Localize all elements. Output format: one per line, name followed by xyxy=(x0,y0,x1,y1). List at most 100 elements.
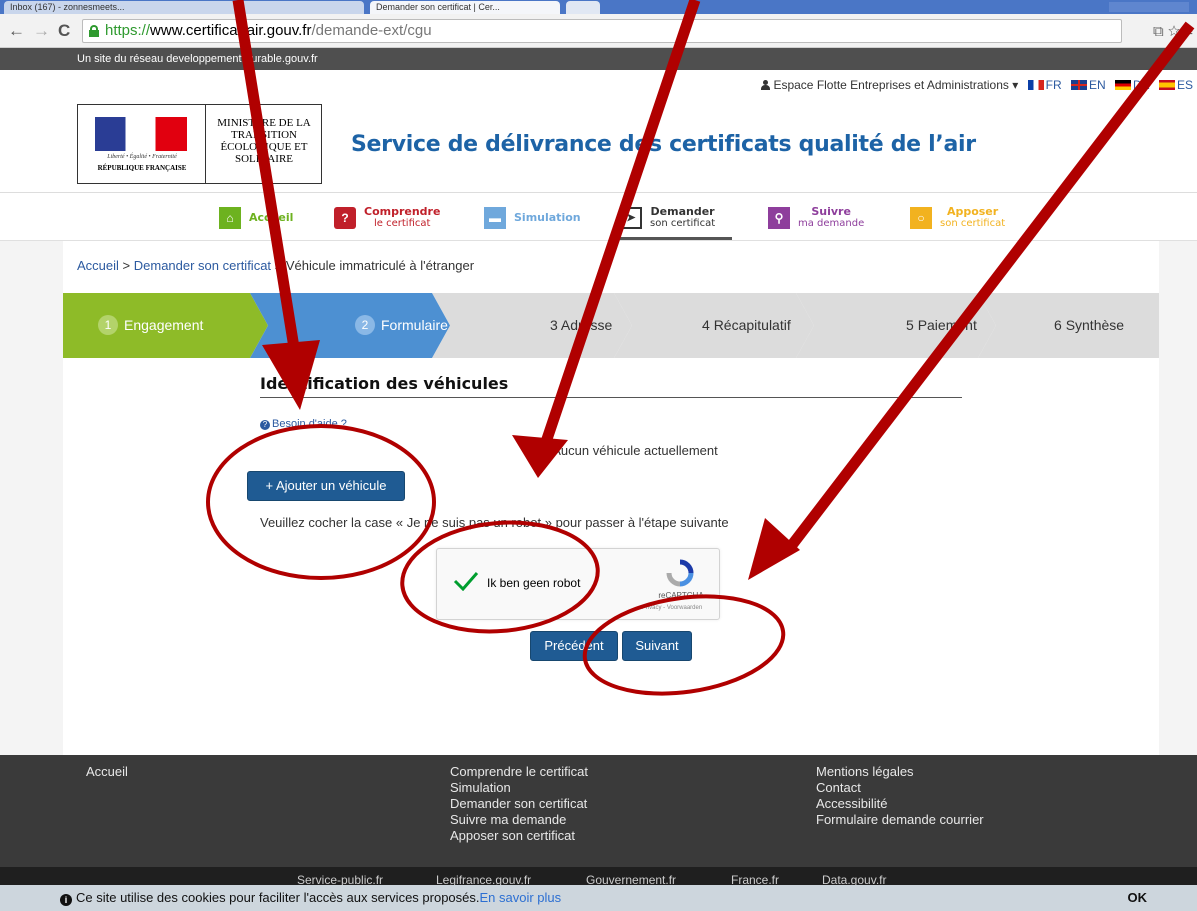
footer-link[interactable]: Demander son certificat xyxy=(450,796,588,812)
marianne-motto: Liberté • Égalité • Fraternité xyxy=(107,154,177,160)
step-formulaire: 2 Formulaire xyxy=(250,293,450,358)
footer-column: Comprendre le certificat Simulation Dema… xyxy=(450,764,588,844)
step-number: 1 xyxy=(98,315,118,335)
flag-es-icon[interactable] xyxy=(1158,80,1175,90)
breadcrumb-request[interactable]: Demander son certificat xyxy=(134,258,271,273)
add-vehicle-button[interactable]: + Ajouter un véhicule xyxy=(247,471,405,501)
menu-label-sub: son certificat xyxy=(940,218,1006,229)
footer-column: Accueil xyxy=(86,764,128,780)
step-label: Récapitulatif xyxy=(713,317,791,333)
footer-link[interactable]: Apposer son certificat xyxy=(450,828,588,844)
menu-label-sub: ma demande xyxy=(798,218,865,229)
step-label: Adresse xyxy=(560,317,613,333)
footer-link[interactable]: Contact xyxy=(816,780,984,796)
flag-de-icon[interactable] xyxy=(1114,80,1131,90)
back-arrow-icon[interactable]: ← xyxy=(8,22,25,39)
flag-en-icon[interactable] xyxy=(1070,80,1087,90)
footer: Accueil Comprendre le certificat Simulat… xyxy=(0,755,1197,867)
step-adresse: 3 Adresse xyxy=(432,293,632,358)
help-icon: ? xyxy=(260,420,270,430)
checkmark-icon[interactable] xyxy=(453,571,479,591)
window-controls[interactable] xyxy=(1109,2,1189,12)
recaptcha-links[interactable]: Privacy - Voorwaarden xyxy=(625,605,719,611)
recaptcha-brand: reCAPTCHA xyxy=(658,591,704,600)
circle-icon: ○ xyxy=(910,207,932,229)
flag-fr-icon[interactable] xyxy=(1027,80,1044,90)
breadcrumb: Accueil > Demander son certificat > Véhi… xyxy=(77,258,474,273)
reload-icon[interactable]: C xyxy=(58,22,70,39)
menu-label: Accueil xyxy=(249,211,294,224)
footer-link[interactable]: Comprendre le certificat xyxy=(450,764,588,780)
lang-es[interactable]: ES xyxy=(1177,78,1193,92)
menu-label-main: Comprendre xyxy=(364,205,441,218)
breadcrumb-home[interactable]: Accueil xyxy=(77,258,119,273)
question-icon: ? xyxy=(334,207,356,229)
info-icon: i xyxy=(60,894,72,906)
lang-de[interactable]: DE xyxy=(1133,78,1150,92)
footer-link[interactable]: Accessibilité xyxy=(816,796,984,812)
lang-en[interactable]: EN xyxy=(1089,78,1106,92)
captcha-instruction: Veuillez cocher la case « Je ne suis pas… xyxy=(260,515,729,530)
cookie-banner: i Ce site utilise des cookies pour facili… xyxy=(0,885,1197,911)
step-paiement: 5 Paiement xyxy=(796,293,996,358)
help-link[interactable]: ? Besoin d'aide ? xyxy=(260,418,347,430)
url-scheme: https:// xyxy=(105,22,151,39)
browser-tab[interactable]: Inbox (167) - zonnesmeets... xyxy=(4,1,364,14)
marianne-flag-icon xyxy=(95,117,187,151)
lock-icon xyxy=(89,25,99,37)
main-menu: ⌂ Accueil ? Comprendre le certificat ▬ Si… xyxy=(0,193,1197,241)
footer-link[interactable]: Suivre ma demande xyxy=(450,812,588,828)
ministry-name: Ministère de la Transition Écologique et… xyxy=(217,117,311,165)
cookie-ok-button[interactable]: OK xyxy=(1128,885,1148,911)
menu-label-sub: le certificat xyxy=(374,218,431,229)
section-title: Identification des véhicules xyxy=(260,374,509,393)
cookie-more-link[interactable]: En savoir plus xyxy=(480,890,562,905)
browser-tab-active[interactable]: Demander son certificat | Cer... xyxy=(370,1,560,14)
menu-label: Comprendre le certificat xyxy=(364,206,440,230)
recaptcha-label: Ik ben geen robot xyxy=(487,576,581,590)
language-bar: Espace Flotte Entreprises et Administrat… xyxy=(761,78,1193,92)
url-host: www.certificat-air.gouv.fr xyxy=(150,22,312,39)
menu-label-sub: son certificat xyxy=(650,218,716,229)
send-icon: ➤ xyxy=(620,207,642,229)
extensions-menu-icon[interactable]: ⧉ ☆ ≡ xyxy=(1153,23,1193,40)
home-icon: ⌂ xyxy=(219,207,241,229)
menu-label-main: Apposer xyxy=(946,205,999,218)
step-label: Formulaire xyxy=(381,317,448,333)
browser-toolbar: ← → C https://www.certificat-air.gouv.fr… xyxy=(0,14,1197,48)
user-icon xyxy=(761,80,771,90)
menu-label: Suivre ma demande xyxy=(798,206,864,230)
step-number: 5 xyxy=(906,317,914,333)
menu-label: Demander son certificat xyxy=(650,206,715,230)
previous-button[interactable]: Précédent xyxy=(530,631,618,661)
site-title[interactable]: Service de délivrance des certificats qu… xyxy=(351,132,976,157)
footer-link[interactable]: Simulation xyxy=(450,780,588,796)
ministry-logo[interactable]: Liberté • Égalité • Fraternité RÉPUBLIQU… xyxy=(77,104,322,184)
menu-label: Simulation xyxy=(514,211,581,224)
footer-column: Mentions légales Contact Accessibilité F… xyxy=(816,764,984,828)
recaptcha-widget: Ik ben geen robot reCAPTCHA Privacy - Vo… xyxy=(436,548,720,620)
gov-network-bar[interactable]: Un site du réseau developpement-durable.… xyxy=(0,48,1197,70)
browser-tabstrip: Inbox (167) - zonnesmeets... Demander so… xyxy=(0,0,1197,14)
next-button[interactable]: Suivant xyxy=(622,631,692,661)
footer-link[interactable]: Formulaire demande courrier xyxy=(816,812,984,828)
footer-link[interactable]: Accueil xyxy=(86,764,128,780)
section-divider xyxy=(260,397,962,398)
new-tab-button[interactable] xyxy=(566,1,600,14)
footer-link[interactable]: Mentions légales xyxy=(816,764,984,780)
step-label: Synthèse xyxy=(1065,317,1125,333)
lang-fr[interactable]: FR xyxy=(1046,78,1062,92)
menu-item-demander[interactable]: ➤ Demander son certificat xyxy=(620,203,732,240)
menu-label: Apposer son certificat xyxy=(940,206,1005,230)
fleet-space-link[interactable]: Espace Flotte Entreprises et Administrat… xyxy=(773,78,1018,92)
forward-arrow-icon[interactable]: → xyxy=(33,22,50,39)
menu-label-main: Suivre xyxy=(811,205,851,218)
breadcrumb-separator: > xyxy=(271,258,286,273)
marianne-block: Liberté • Égalité • Fraternité RÉPUBLIQU… xyxy=(78,105,206,183)
republic-label: RÉPUBLIQUE FRANÇAISE xyxy=(97,164,187,172)
address-bar[interactable]: https://www.certificat-air.gouv.fr/deman… xyxy=(82,19,1122,43)
menu-label-main: Demander xyxy=(650,205,715,218)
cookie-text: Ce site utilise des cookies pour facilit… xyxy=(76,890,480,905)
step-number: 4 xyxy=(702,317,710,333)
step-synthese: 6 Synthèse xyxy=(978,293,1159,358)
